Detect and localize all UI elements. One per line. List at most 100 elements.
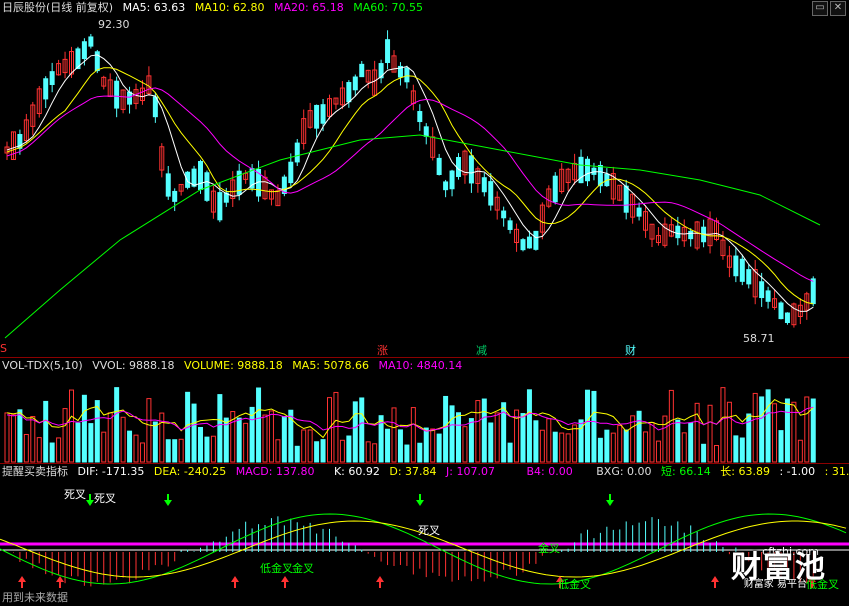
volume-bar: [791, 401, 797, 463]
candle-body: [733, 255, 739, 277]
ma60-line: [4, 134, 821, 339]
candle-body: [623, 185, 629, 213]
marker-jian[interactable]: 减: [476, 342, 487, 358]
candle-body: [552, 175, 558, 203]
candle-body: [636, 207, 642, 217]
volume-bar: [456, 412, 461, 463]
volume-bar: [681, 432, 687, 463]
dea-readout: DEA: -240.25: [153, 465, 227, 478]
volume-bar: [475, 400, 481, 463]
candle-body: [288, 161, 294, 184]
volume-bar: [733, 435, 739, 463]
volume-bar: [191, 403, 197, 463]
volume-bar: [462, 426, 468, 463]
marker-zhang[interactable]: 涨: [377, 342, 388, 358]
price-header: 日辰股份(日线 前复权) MA5: 63.63 MA10: 62.80 MA20…: [2, 0, 429, 16]
candle-body: [688, 230, 694, 240]
volume-bar: [617, 425, 623, 463]
marker-cai[interactable]: 财: [625, 342, 636, 358]
volume-bar: [23, 433, 29, 463]
volume-bar: [391, 407, 397, 463]
candle-body: [423, 126, 429, 137]
close-icon[interactable]: ✕: [830, 1, 846, 16]
candle-body: [320, 104, 326, 124]
candle-body: [385, 39, 391, 64]
vvol-readout: VVOL: 9888.18: [92, 359, 175, 372]
signal-arrow-icon: [56, 576, 64, 588]
volume-bar: [694, 402, 700, 463]
price-panel[interactable]: 日辰股份(日线 前复权) MA5: 63.63 MA10: 62.80 MA20…: [0, 0, 849, 358]
candle-body: [739, 258, 745, 282]
high-price-label: 92.30: [98, 18, 130, 31]
volume-bar: [597, 437, 603, 463]
restore-icon[interactable]: ▭: [812, 1, 828, 16]
candle-body: [456, 157, 461, 177]
ma10-readout: MA10: 62.80: [194, 1, 265, 14]
indicator-name: 提醒买卖指标: [2, 465, 68, 478]
volume-bar: [675, 419, 681, 463]
volume-bar: [423, 427, 429, 463]
volume-bar: [688, 422, 694, 463]
volume-bar: [759, 396, 765, 463]
volume-bar: [49, 442, 55, 463]
volume-bar: [236, 417, 242, 463]
volume-bar: [752, 392, 758, 463]
volume-readout: VOLUME: 9888.18: [184, 359, 283, 372]
ma60-readout: MA60: 70.55: [353, 1, 423, 14]
short-readout: 短: 66.14: [661, 465, 711, 478]
volume-bar: [385, 428, 391, 463]
volume-bar: [352, 401, 358, 463]
candle-body: [191, 168, 197, 187]
volume-panel[interactable]: VOL-TDX(5,10) VVOL: 9888.18 VOLUME: 9888…: [0, 358, 849, 464]
candle-body: [810, 278, 816, 305]
volume-bar: [165, 439, 171, 463]
death-cross-label: 死叉: [94, 492, 116, 505]
low-golden-cross-label: 低金叉: [260, 562, 293, 575]
candle-body: [198, 161, 203, 190]
volume-bar: [307, 429, 313, 463]
volume-bar: [114, 387, 120, 463]
volume-bar: [604, 429, 610, 463]
low-price-label: 58.71: [743, 332, 775, 345]
volume-bar: [778, 430, 784, 463]
candle-body: [585, 158, 590, 182]
volume-bar: [488, 422, 494, 463]
volume-bar: [539, 429, 545, 463]
k-readout: K: 60.92: [333, 465, 380, 478]
signal-arrow-icon: [606, 494, 614, 506]
volume-bar: [585, 389, 590, 463]
volume-bar: [198, 426, 203, 463]
macd-readout: MACD: 137.80: [235, 465, 315, 478]
ma5-readout: MA5: 63.63: [122, 1, 186, 14]
candle-body: [520, 239, 526, 251]
b4-readout: B4: 0.00: [526, 465, 573, 478]
candle-body: [778, 302, 784, 320]
ma20-readout: MA20: 65.18: [274, 1, 344, 14]
volume-bar: [526, 389, 532, 463]
indicator-header: 提醒买卖指标 DIF: -171.35 DEA: -240.25 MACD: 1…: [2, 464, 849, 480]
ma20-line: [6, 87, 814, 282]
volume-bar: [410, 407, 416, 463]
indicator-panel[interactable]: 提醒买卖指标 DIF: -171.35 DEA: -240.25 MACD: 1…: [0, 464, 849, 606]
candle-body: [443, 181, 449, 191]
volume-bar: [662, 415, 668, 463]
low-golden-cross-label: 低金叉: [558, 578, 591, 591]
volume-bar: [559, 432, 565, 463]
volume-bar: [610, 432, 616, 463]
volume-bar: [552, 431, 558, 463]
volume-bar: [17, 409, 23, 463]
volume-bar: [591, 390, 597, 463]
candle-body: [152, 96, 158, 118]
candle-body: [172, 190, 178, 202]
signal-arrow-icon: [711, 576, 719, 588]
volume-bar: [346, 435, 352, 463]
signal-arrow-icon: [86, 494, 94, 506]
volume-bar: [94, 400, 100, 463]
volume-bar: [507, 442, 513, 463]
candlestick-chart[interactable]: [0, 0, 849, 358]
golden-cross-label: 金叉: [292, 562, 314, 575]
volume-bar: [533, 420, 539, 463]
volume-header: VOL-TDX(5,10) VVOL: 9888.18 VOLUME: 9888…: [2, 358, 468, 374]
volume-bar: [481, 398, 487, 463]
volume-bar: [372, 443, 378, 463]
